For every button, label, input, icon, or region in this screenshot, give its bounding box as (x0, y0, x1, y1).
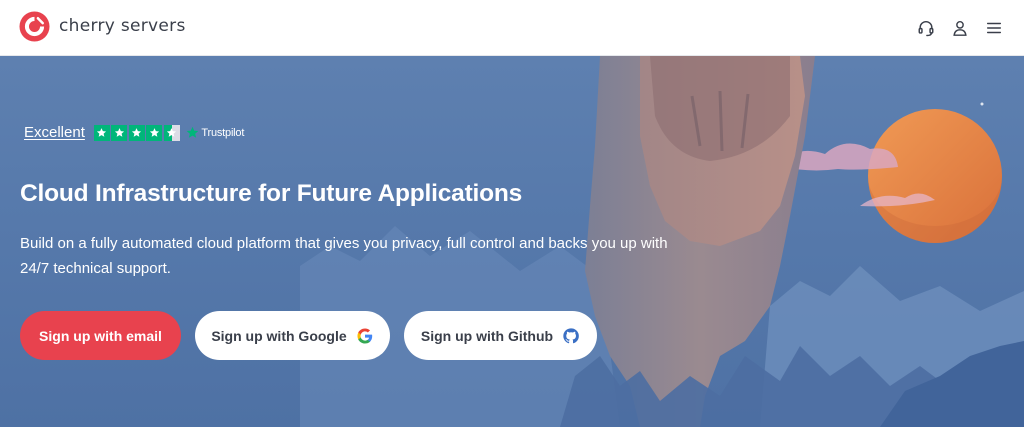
site-header: cherry servers (0, 0, 1024, 56)
google-icon (356, 327, 374, 345)
trustpilot-stars (93, 124, 182, 141)
brand-logo[interactable]: cherry servers (19, 10, 186, 42)
header-actions (906, 14, 1008, 42)
github-icon (562, 327, 580, 345)
hamburger-menu-icon (986, 22, 1002, 34)
star-icon (93, 124, 110, 141)
headset-icon (918, 20, 934, 37)
signup-google-label: Sign up with Google (211, 327, 347, 344)
menu-button[interactable] (980, 14, 1008, 42)
cherry-logo-icon (19, 10, 50, 42)
trustpilot-brand: Trustpilot (201, 126, 245, 139)
trustpilot-rating-text[interactable]: Excellent (24, 124, 85, 141)
half-star-icon (163, 124, 180, 141)
signup-email-label: Sign up with email (39, 327, 162, 344)
star-icon (146, 124, 163, 141)
signup-google-button[interactable]: Sign up with Google (195, 311, 390, 360)
trustpilot-logo: Trustpilot (186, 126, 244, 139)
trustpilot-star-icon (187, 126, 199, 138)
support-button[interactable] (912, 14, 940, 42)
signup-github-label: Sign up with Github (420, 327, 554, 344)
signup-email-button[interactable]: Sign up with email (20, 311, 181, 360)
account-button[interactable] (946, 14, 974, 42)
hero-title: Cloud Infrastructure for Future Applicat… (20, 180, 523, 207)
brand-name: cherry servers (59, 16, 186, 36)
hero-subtitle: Build on a fully automated cloud platfor… (20, 235, 668, 277)
user-icon (953, 20, 967, 36)
star-icon (128, 124, 145, 141)
signup-github-button[interactable]: Sign up with Github (404, 311, 597, 360)
star-icon (111, 124, 128, 141)
hero-section: Excellent Trustpilot Cloud Infrastructur… (0, 56, 1024, 427)
trustpilot-rating[interactable]: Excellent Trustpilot (24, 124, 244, 141)
